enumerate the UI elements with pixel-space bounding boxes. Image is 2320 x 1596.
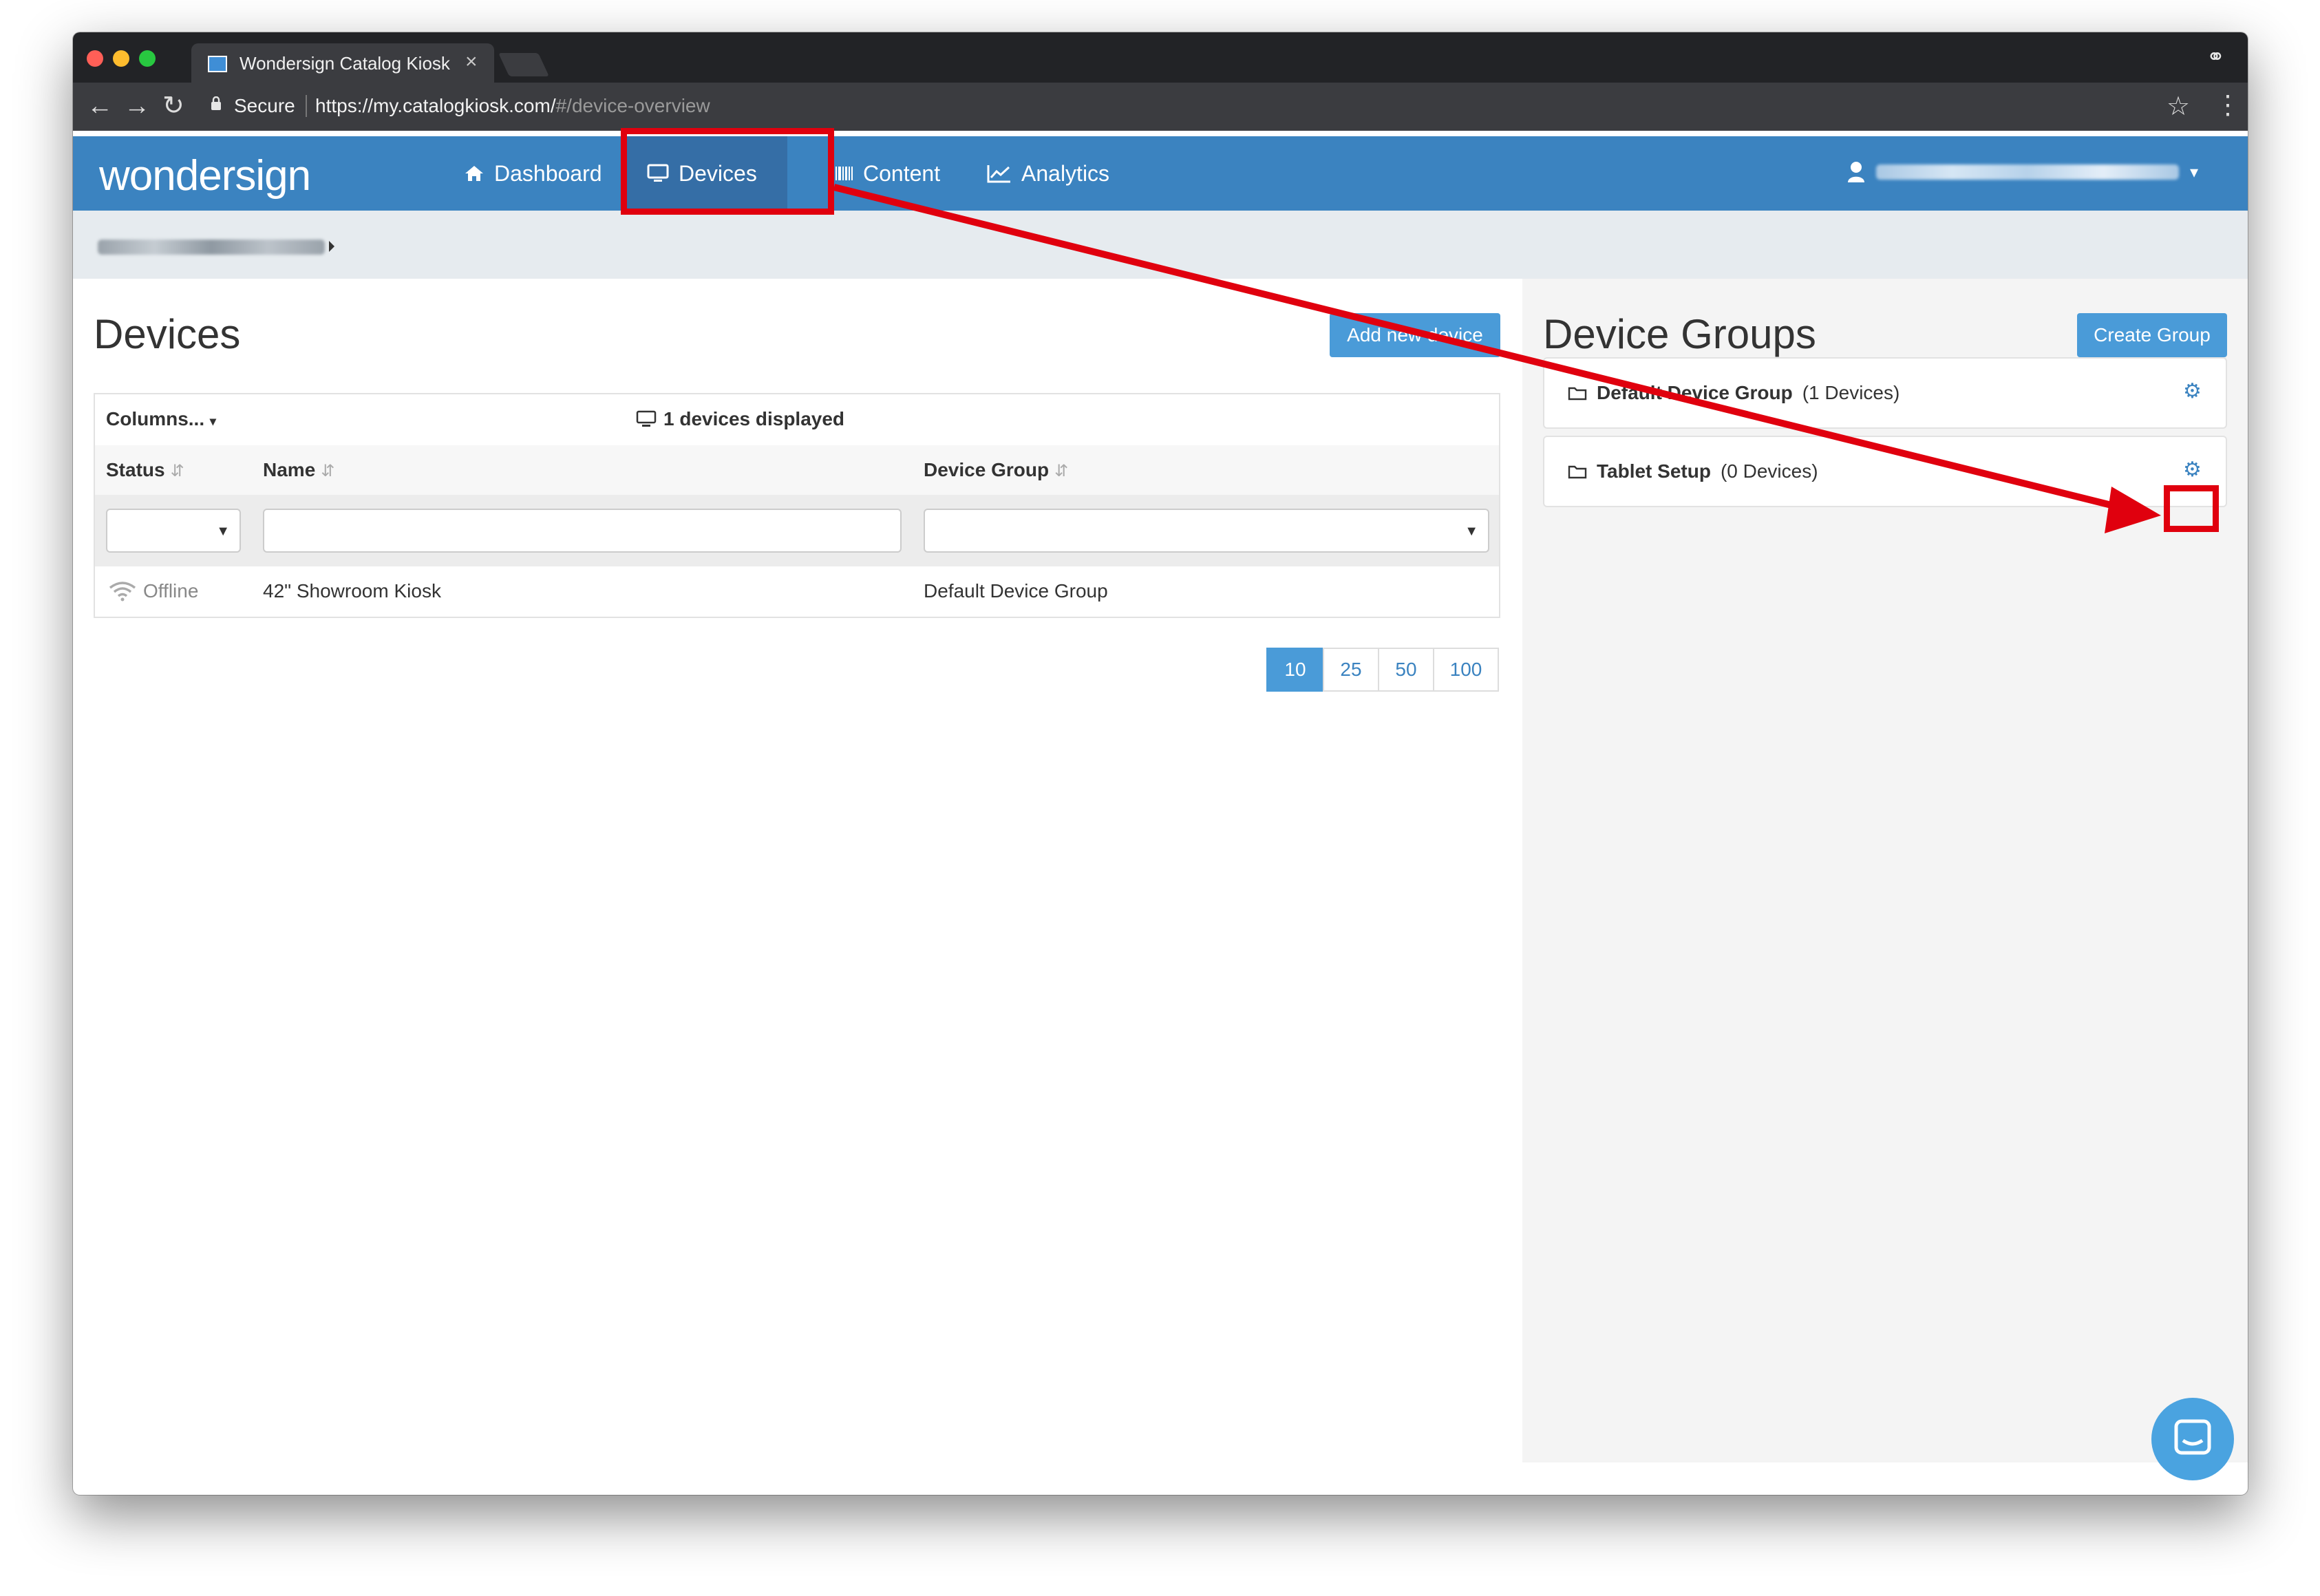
annotation-arrow (833, 184, 2161, 533)
browser-window: Wondersign Catalog Kiosk × ⚭ ← → ↻ Secur… (73, 32, 2248, 1495)
